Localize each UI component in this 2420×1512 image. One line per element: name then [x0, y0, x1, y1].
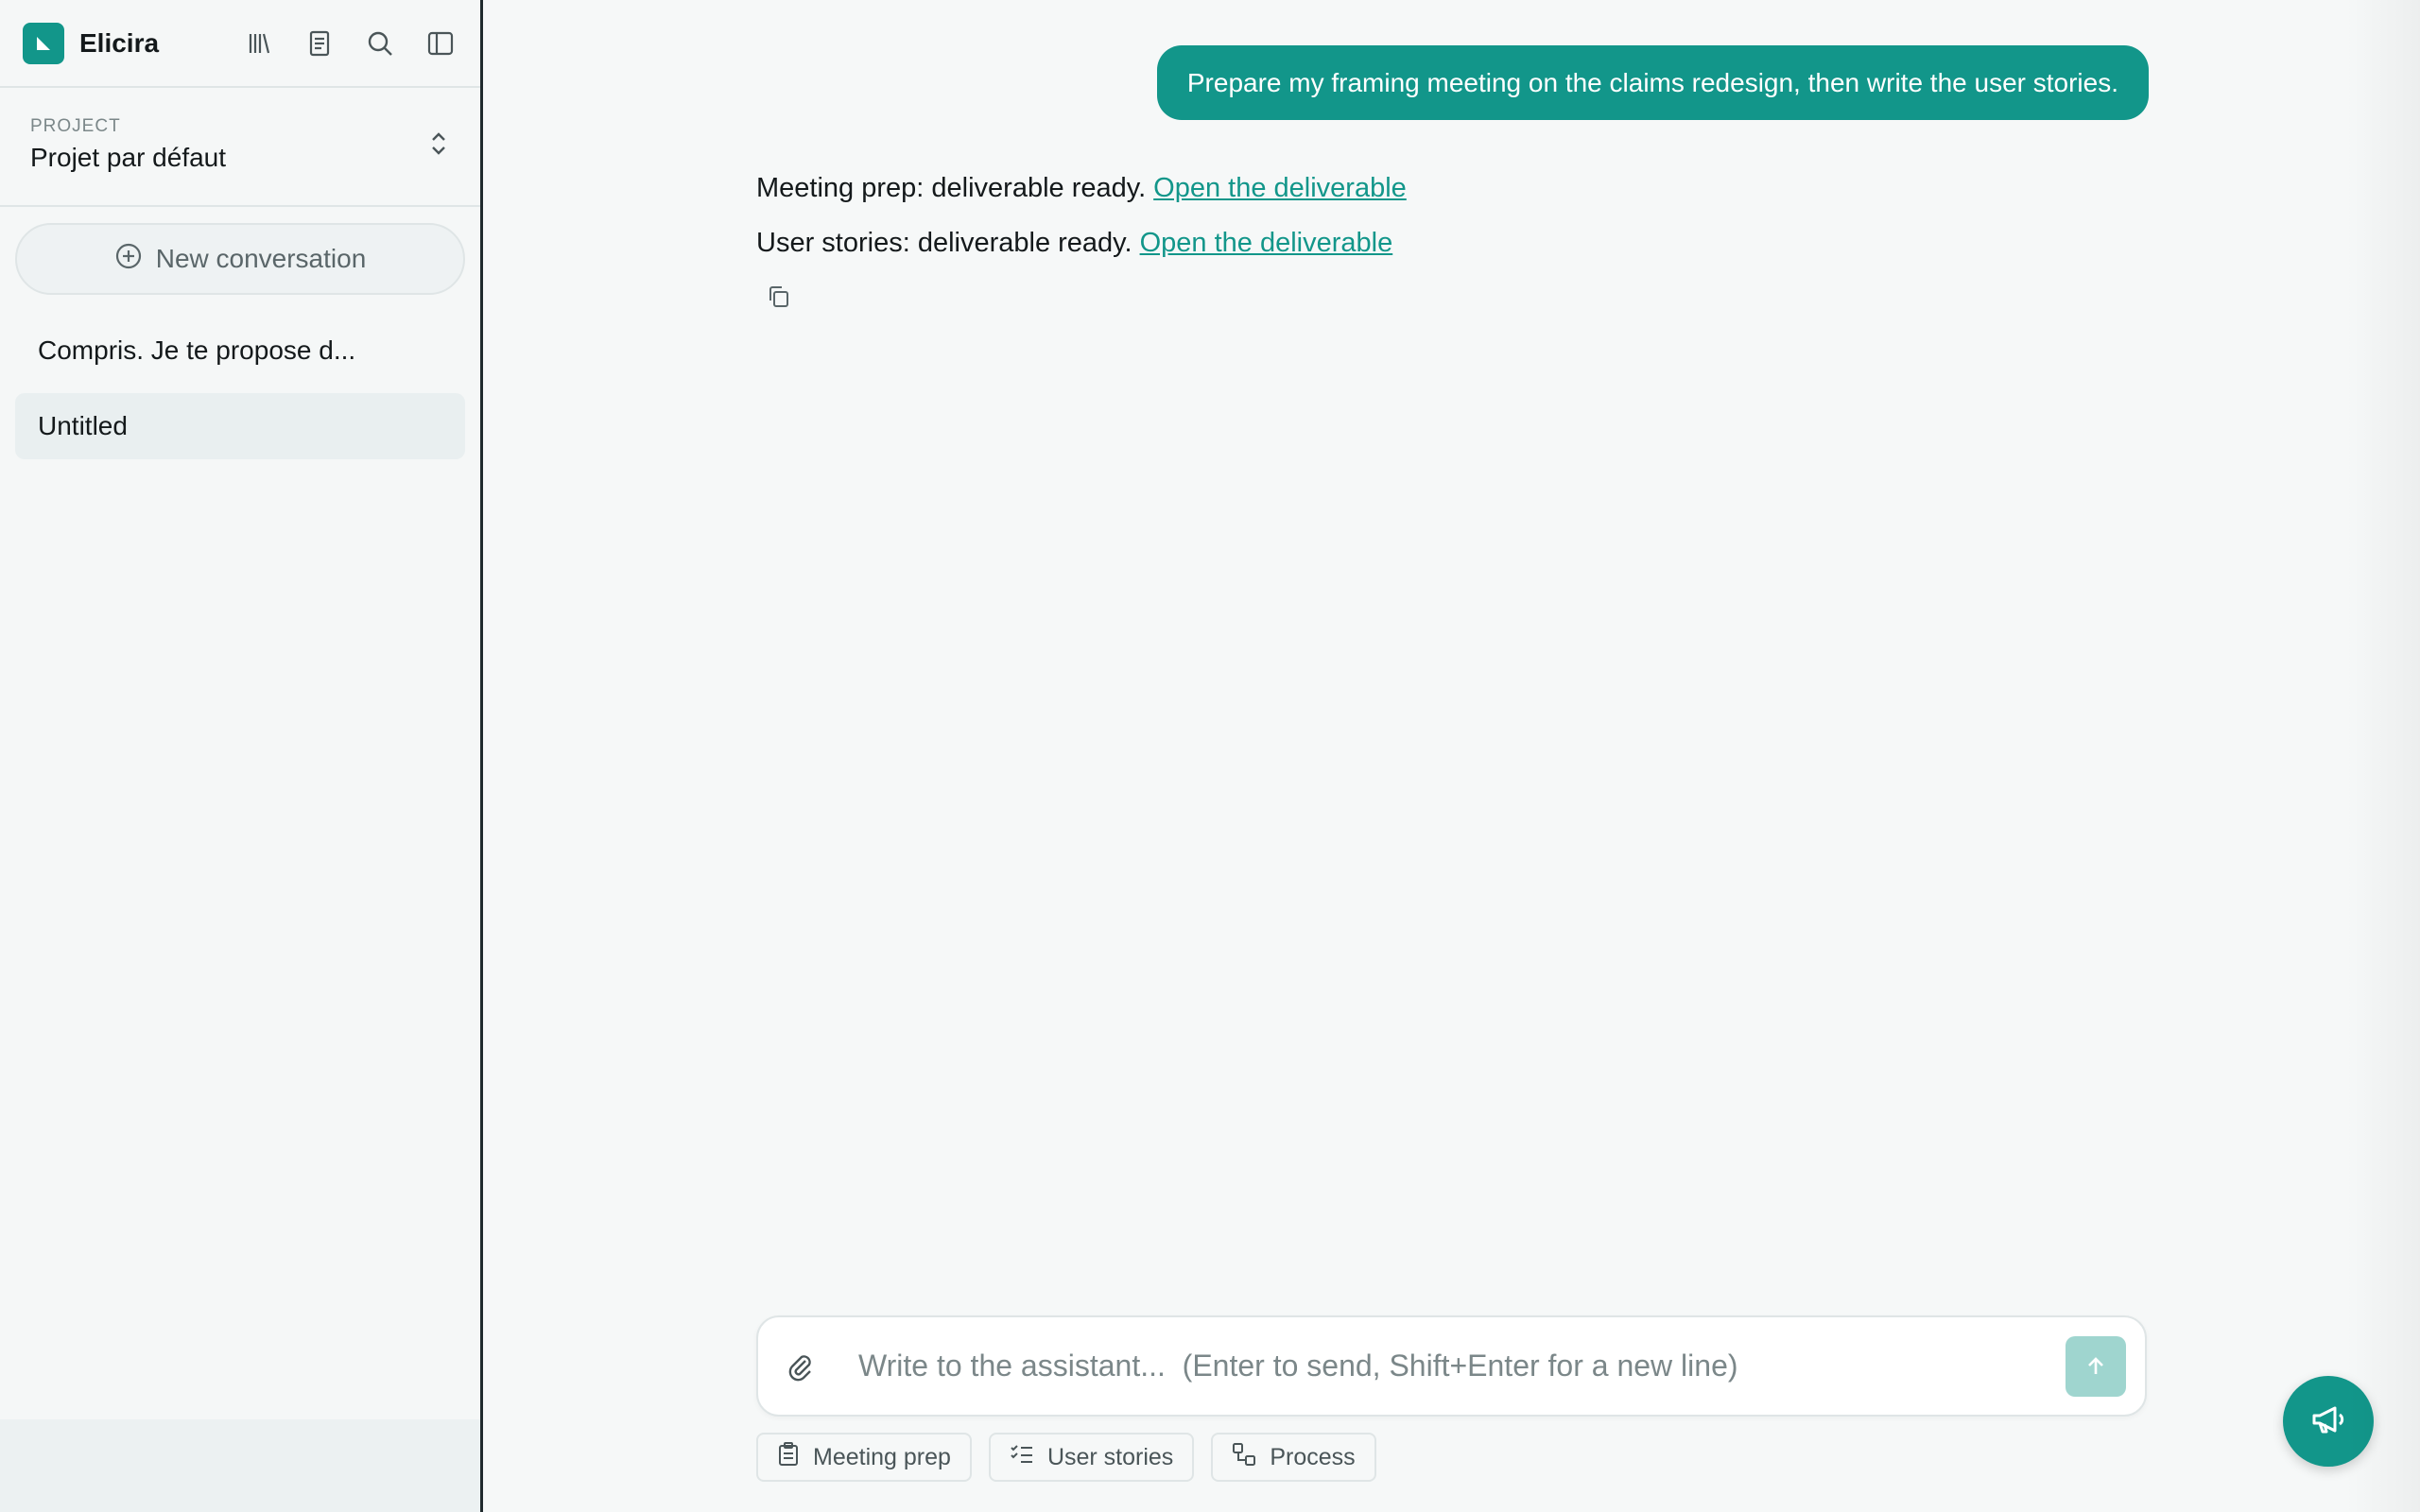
process-chip[interactable]: Process [1211, 1433, 1376, 1482]
open-deliverable-link[interactable]: Open the deliverable [1140, 228, 1393, 259]
plus-circle-icon [114, 242, 143, 277]
checklist-icon [1010, 1443, 1034, 1472]
open-deliverable-link[interactable]: Open the deliverable [1153, 173, 1407, 204]
reply-line: User stories: deliverable ready. Open th… [756, 215, 1407, 270]
clipboard-icon [777, 1441, 800, 1473]
reply-text: User stories: deliverable ready. [756, 227, 1132, 258]
document-icon[interactable] [302, 26, 337, 60]
user-message-bubble: Prepare my framing meeting on the claims… [1156, 45, 2149, 120]
app-name: Elicira [79, 27, 160, 58]
quick-actions: Meeting prep User stories Process [756, 1433, 1376, 1482]
conversation-list: Compris. Je te propose d... Untitled [0, 318, 480, 459]
paperclip-icon[interactable] [781, 1348, 819, 1385]
chip-label: Process [1270, 1443, 1356, 1470]
new-conversation-label: New conversation [155, 244, 367, 273]
chip-label: Meeting prep [813, 1443, 951, 1470]
sidebar-toggle-icon[interactable] [424, 26, 458, 60]
edge-shadow [2344, 0, 2420, 1512]
chip-label: User stories [1046, 1443, 1174, 1470]
message-composer [756, 1315, 2147, 1417]
reply-line: Meeting prep: deliverable ready. Open th… [756, 161, 1407, 215]
library-icon[interactable] [242, 26, 276, 60]
feedback-button[interactable] [2283, 1376, 2374, 1467]
user-stories-chip[interactable]: User stories [988, 1433, 1195, 1482]
search-icon[interactable] [363, 26, 397, 60]
app-logo [23, 22, 64, 64]
conversation-label: Compris. Je te propose d... [38, 335, 356, 365]
sidebar: Elicira PROJECT Projet par défaut New co… [0, 0, 483, 1512]
send-button[interactable] [2066, 1335, 2126, 1397]
sidebar-header: Elicira [0, 0, 480, 88]
conversation-item-active[interactable]: Untitled [15, 393, 465, 459]
project-label: PROJECT [30, 116, 121, 136]
meeting-prep-chip[interactable]: Meeting prep [756, 1433, 972, 1482]
project-name: Projet par défaut [30, 143, 227, 172]
process-icon [1232, 1442, 1256, 1473]
conversation-item[interactable]: Compris. Je te propose d... [15, 318, 465, 384]
copy-icon[interactable] [766, 280, 800, 314]
megaphone-icon [2308, 1400, 2348, 1444]
assistant-reply: Meeting prep: deliverable ready. Open th… [756, 161, 1407, 314]
chat-main: Prepare my framing meeting on the claims… [483, 0, 2420, 1512]
reply-text: Meeting prep: deliverable ready. [756, 172, 1147, 203]
conversation-label: Untitled [38, 411, 128, 440]
chevron-up-down-icon[interactable] [427, 129, 450, 163]
new-conversation-button[interactable]: New conversation [15, 223, 465, 295]
message-input[interactable] [858, 1349, 2066, 1383]
project-selector[interactable]: PROJECT Projet par défaut [0, 88, 480, 207]
sidebar-footer [0, 1419, 480, 1512]
